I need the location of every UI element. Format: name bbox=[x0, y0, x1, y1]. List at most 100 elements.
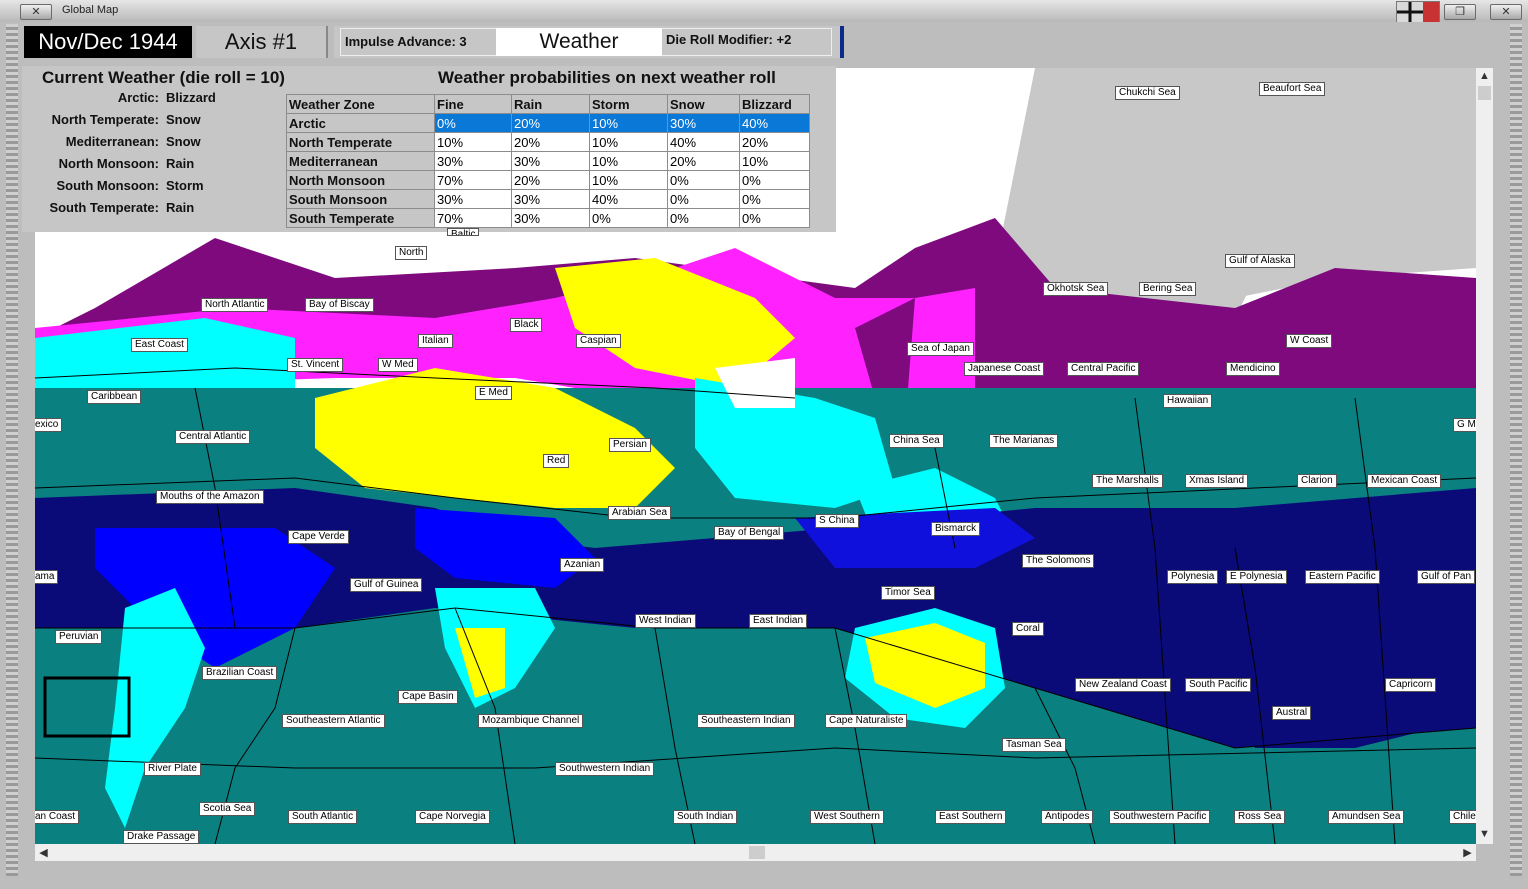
sea-label[interactable]: Capricorn bbox=[1385, 678, 1437, 692]
table-row[interactable]: Arctic 0% 20% 10% 30% 40% bbox=[286, 113, 810, 133]
sea-label[interactable]: W Med bbox=[378, 358, 418, 372]
sea-label[interactable]: West Indian bbox=[635, 614, 696, 628]
sea-label[interactable]: Mexican Coast bbox=[1367, 474, 1442, 488]
sea-label[interactable]: The Solomons bbox=[1022, 554, 1095, 568]
sea-label[interactable]: Cape Norvegia bbox=[415, 810, 490, 824]
sea-label[interactable]: an Coast bbox=[35, 810, 80, 824]
sea-label[interactable]: Bismarck bbox=[931, 522, 981, 536]
sea-label[interactable]: Mendicino bbox=[1226, 362, 1280, 376]
sea-label[interactable]: South Pacific bbox=[1185, 678, 1252, 692]
scroll-down-icon[interactable]: ▼ bbox=[1476, 828, 1493, 840]
sea-label[interactable]: Baltic bbox=[447, 228, 480, 236]
sea-label[interactable]: Southwestern Pacific bbox=[1109, 810, 1211, 824]
table-row[interactable]: South Monsoon 30% 30% 40% 0% 0% bbox=[286, 189, 810, 209]
sea-label[interactable]: Arabian Sea bbox=[608, 506, 672, 520]
table-row[interactable]: North Temperate 10% 20% 10% 40% 20% bbox=[286, 132, 810, 152]
sea-label[interactable]: Ross Sea bbox=[1234, 810, 1286, 824]
sea-label[interactable]: Okhotsk Sea bbox=[1043, 282, 1109, 296]
window-menu-button[interactable]: ✕ bbox=[20, 4, 52, 20]
sea-label[interactable]: Japanese Coast bbox=[964, 362, 1045, 376]
sea-label[interactable]: G M bbox=[1453, 418, 1476, 432]
sea-label[interactable]: Chukchi Sea bbox=[1115, 86, 1180, 100]
sea-label[interactable]: Brazilian Coast bbox=[202, 666, 278, 680]
sea-label[interactable]: Xmas Island bbox=[1185, 474, 1249, 488]
sea-label[interactable]: Scotia Sea bbox=[199, 802, 256, 816]
sea-label[interactable]: Amundsen Sea bbox=[1328, 810, 1405, 824]
restore-button[interactable]: ❐ bbox=[1444, 4, 1476, 20]
sea-label[interactable]: North bbox=[395, 246, 428, 260]
sea-label[interactable]: Gulf of Alaska bbox=[1225, 254, 1295, 268]
sea-label[interactable]: Bering Sea bbox=[1139, 282, 1197, 296]
sea-label[interactable]: Cape Verde bbox=[288, 530, 349, 544]
sea-label[interactable]: Red bbox=[543, 454, 570, 468]
sea-label[interactable]: Gulf of Guinea bbox=[350, 578, 423, 592]
sea-label[interactable]: Tasman Sea bbox=[1002, 738, 1066, 752]
sea-label[interactable]: North Atlantic bbox=[201, 298, 269, 312]
sea-label[interactable]: St. Vincent bbox=[287, 358, 344, 372]
sea-label[interactable]: W Coast bbox=[1286, 334, 1333, 348]
sea-label[interactable]: Drake Passage bbox=[123, 830, 200, 844]
column-header[interactable]: Rain bbox=[511, 94, 590, 114]
sea-label[interactable]: Peruvian bbox=[55, 630, 103, 644]
sea-label[interactable]: Coral bbox=[1012, 622, 1044, 636]
sea-label[interactable]: River Plate bbox=[144, 762, 201, 776]
sea-label[interactable]: Southwestern Indian bbox=[555, 762, 655, 776]
sea-label[interactable]: Caribbean bbox=[87, 390, 142, 404]
table-row[interactable]: Mediterranean 30% 30% 10% 20% 10% bbox=[286, 151, 810, 171]
column-header[interactable]: Weather Zone bbox=[286, 94, 435, 114]
sea-label[interactable]: Eastern Pacific bbox=[1305, 570, 1380, 584]
sea-label[interactable]: Bay of Biscay bbox=[305, 298, 374, 312]
scroll-left-icon[interactable]: ◀ bbox=[35, 846, 52, 859]
sea-label[interactable]: East Indian bbox=[749, 614, 808, 628]
sea-label[interactable]: Hawaiian bbox=[1163, 394, 1213, 408]
sea-label[interactable]: Black bbox=[510, 318, 543, 332]
sea-label[interactable]: Caspian bbox=[576, 334, 621, 348]
sea-label[interactable]: Italian bbox=[418, 334, 453, 348]
sea-label[interactable]: ama bbox=[35, 570, 59, 584]
sea-label[interactable]: Timor Sea bbox=[881, 586, 935, 600]
column-header[interactable]: Storm bbox=[589, 94, 668, 114]
sea-label[interactable]: South Atlantic bbox=[288, 810, 358, 824]
sea-label[interactable]: Polynesia bbox=[1167, 570, 1219, 584]
sea-label[interactable]: China Sea bbox=[889, 434, 944, 448]
column-header[interactable]: Fine bbox=[434, 94, 512, 114]
vertical-scrollbar[interactable]: ▲ ▼ bbox=[1476, 68, 1493, 844]
sea-label[interactable]: S China bbox=[815, 514, 859, 528]
column-header[interactable]: Snow bbox=[667, 94, 740, 114]
vertical-scroll-thumb[interactable] bbox=[1478, 86, 1491, 100]
sea-label[interactable]: East Coast bbox=[131, 338, 188, 352]
sea-label[interactable]: Beaufort Sea bbox=[1259, 82, 1326, 96]
sea-label[interactable]: Chile bbox=[1449, 810, 1476, 824]
sea-label[interactable]: Sea of Japan bbox=[907, 342, 974, 356]
sea-label[interactable]: East Southern bbox=[935, 810, 1007, 824]
horizontal-scroll-thumb[interactable] bbox=[749, 846, 765, 859]
sea-label[interactable]: Antipodes bbox=[1041, 810, 1094, 824]
sea-label[interactable]: Central Atlantic bbox=[175, 430, 251, 444]
sea-label[interactable]: Cape Basin bbox=[398, 690, 458, 704]
sea-label[interactable]: Central Pacific bbox=[1067, 362, 1140, 376]
close-button[interactable]: ✕ bbox=[1490, 4, 1522, 20]
column-header[interactable]: Blizzard bbox=[739, 94, 810, 114]
sea-label[interactable]: E Med bbox=[475, 386, 512, 400]
sea-label[interactable]: New Zealand Coast bbox=[1075, 678, 1171, 692]
sea-label[interactable]: Southeastern Indian bbox=[697, 714, 795, 728]
sea-label[interactable]: The Marianas bbox=[989, 434, 1059, 448]
sea-label[interactable]: West Southern bbox=[810, 810, 884, 824]
sea-label[interactable]: E Polynesia bbox=[1226, 570, 1287, 584]
sea-label[interactable]: South Indian bbox=[673, 810, 738, 824]
sea-label[interactable]: Bay of Bengal bbox=[714, 526, 785, 540]
table-row[interactable]: North Monsoon 70% 20% 10% 0% 0% bbox=[286, 170, 810, 190]
horizontal-scrollbar[interactable]: ◀ ▶ bbox=[35, 844, 1476, 861]
sea-label[interactable]: Mozambique Channel bbox=[478, 714, 584, 728]
sea-label[interactable]: exico bbox=[35, 418, 63, 432]
sea-label[interactable]: Azanian bbox=[560, 558, 605, 572]
sea-label[interactable]: Persian bbox=[609, 438, 651, 452]
sea-label[interactable]: Austral bbox=[1272, 706, 1312, 720]
sea-label[interactable]: Gulf of Pan bbox=[1417, 570, 1476, 584]
sea-label[interactable]: Mouths of the Amazon bbox=[156, 490, 264, 504]
sea-label[interactable]: Cape Naturaliste bbox=[825, 714, 908, 728]
sea-label[interactable]: Clarion bbox=[1297, 474, 1337, 488]
table-row[interactable]: South Temperate 70% 30% 0% 0% 0% bbox=[286, 208, 810, 228]
scroll-right-icon[interactable]: ▶ bbox=[1459, 846, 1476, 859]
sea-label[interactable]: Southeastern Atlantic bbox=[282, 714, 385, 728]
